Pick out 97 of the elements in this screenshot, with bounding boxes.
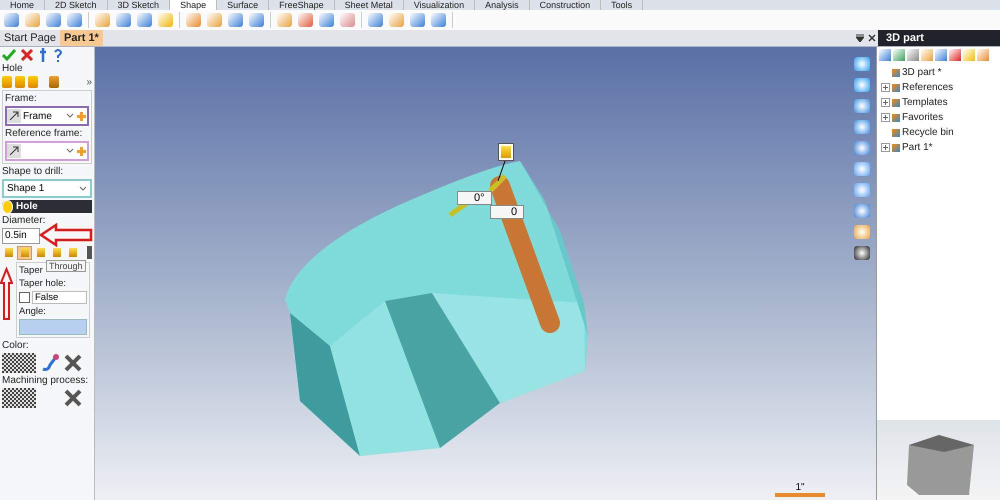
tree-item[interactable]: Recycle bin xyxy=(902,127,954,138)
scale-label: 1" xyxy=(775,482,825,497)
hole-type-button[interactable] xyxy=(50,246,63,258)
section-header: Hole xyxy=(2,200,92,213)
tree-item[interactable]: References xyxy=(902,82,954,93)
tree-tool-icon[interactable] xyxy=(879,49,891,61)
field-label: Angle: xyxy=(19,306,46,317)
tree-tool-icon[interactable] xyxy=(893,49,905,61)
toolbar-icon[interactable] xyxy=(67,13,82,27)
toolbar-icon[interactable] xyxy=(228,13,243,27)
tree-tool-icon[interactable] xyxy=(977,49,989,61)
pattern-swatch[interactable] xyxy=(2,353,36,373)
tooltip: Through xyxy=(46,260,86,272)
view-tool-icon[interactable] xyxy=(854,141,870,155)
hole-icon[interactable] xyxy=(499,144,513,160)
toolbar-icon[interactable] xyxy=(389,13,404,27)
toolbar-icon[interactable] xyxy=(95,13,110,27)
view-tool-icon[interactable] xyxy=(854,57,870,71)
document-tab[interactable]: Part 1* xyxy=(60,30,103,46)
arrow-annotation xyxy=(0,267,13,321)
diameter-field[interactable]: 0.5in xyxy=(2,228,40,244)
pick-arrow-icon[interactable] xyxy=(7,109,21,123)
toolbar-icon[interactable] xyxy=(319,13,334,27)
offset-label[interactable]: 0 xyxy=(490,205,524,219)
toolbar-icon[interactable] xyxy=(410,13,425,27)
toolbar-icon[interactable] xyxy=(186,13,201,27)
panel-title: 3D part xyxy=(878,30,1000,46)
pattern-swatch[interactable] xyxy=(2,388,36,408)
checkbox[interactable] xyxy=(19,292,30,303)
ribbon-tab[interactable]: Shape xyxy=(170,0,218,10)
field-label: Frame: xyxy=(5,93,38,104)
tree-tool-icon[interactable] xyxy=(907,49,919,61)
chevron-icon[interactable] xyxy=(66,148,74,154)
toolbar-icon[interactable] xyxy=(431,13,446,27)
field-label: Shape to drill: xyxy=(2,166,64,177)
delete-icon[interactable] xyxy=(64,354,82,372)
toolbar-icon[interactable] xyxy=(207,13,222,27)
toolbar-icon[interactable] xyxy=(277,13,292,27)
expand-button[interactable]: » xyxy=(86,76,92,88)
group-label: Taper xyxy=(19,265,43,276)
view-tool-icon[interactable] xyxy=(854,78,870,92)
hole-type-button[interactable] xyxy=(2,246,15,258)
hole-icon[interactable] xyxy=(2,76,12,88)
tree-item[interactable]: 3D part * xyxy=(902,67,942,78)
expand-icon[interactable] xyxy=(881,143,890,152)
close-icon[interactable] xyxy=(21,48,33,60)
field-label: Taper hole: xyxy=(19,278,66,289)
hole-icon[interactable] xyxy=(28,76,38,88)
hole-type-button[interactable] xyxy=(18,246,31,258)
panel-title: Hole xyxy=(2,63,24,74)
hole-icon[interactable] xyxy=(15,76,25,88)
check-icon[interactable] xyxy=(2,48,16,60)
hole-type-button[interactable] xyxy=(34,246,47,258)
help-icon[interactable] xyxy=(53,48,63,62)
expand-icon[interactable] xyxy=(881,83,890,92)
chevron-icon[interactable] xyxy=(79,186,87,192)
toolbar-icon[interactable] xyxy=(4,13,19,27)
toolbar-icon[interactable] xyxy=(158,13,173,27)
toolbar-icon[interactable] xyxy=(340,13,355,27)
delete-icon[interactable] xyxy=(64,389,82,407)
value-field: False xyxy=(32,291,87,304)
toolbar-icon[interactable] xyxy=(298,13,313,27)
field-label: Diameter: xyxy=(2,215,46,226)
toolbar-icon[interactable] xyxy=(25,13,40,27)
field-label: Machining process: xyxy=(2,375,90,386)
view-tool-icon[interactable] xyxy=(854,99,870,113)
tree-tool-icon[interactable] xyxy=(921,49,933,61)
tree-item[interactable]: Part 1* xyxy=(902,142,933,153)
hole-type-button[interactable] xyxy=(66,246,79,258)
close-icon[interactable] xyxy=(866,34,878,42)
arrow-annotation xyxy=(39,223,93,247)
tree-item[interactable]: Templates xyxy=(902,97,948,108)
tree-item[interactable]: Favorites xyxy=(902,112,944,123)
angle-field[interactable] xyxy=(19,319,87,335)
field-label: Color: xyxy=(2,340,30,351)
expand-icon[interactable] xyxy=(881,113,890,122)
toolbar-icon[interactable] xyxy=(46,13,61,27)
hole-icon[interactable] xyxy=(49,76,59,88)
view-tool-icon[interactable] xyxy=(854,246,870,260)
frame-dropdown[interactable]: Frame xyxy=(5,106,89,126)
field-label: Reference frame: xyxy=(5,128,84,139)
pick-arrow-icon[interactable] xyxy=(7,144,21,158)
shape-dropdown[interactable]: Shape 1 xyxy=(2,179,92,198)
toolbar-icon[interactable] xyxy=(116,13,131,27)
brush-icon[interactable] xyxy=(40,353,60,373)
toolbar-icon[interactable] xyxy=(249,13,264,27)
toolbar-icon[interactable] xyxy=(137,13,152,27)
view-tool-icon[interactable] xyxy=(854,120,870,134)
tree-tool-icon[interactable] xyxy=(949,49,961,61)
document-tab[interactable]: Start Page xyxy=(0,30,60,46)
pin-icon[interactable] xyxy=(38,48,48,62)
expand-icon[interactable] xyxy=(881,98,890,107)
tree-tool-icon[interactable] xyxy=(935,49,947,61)
toolbar-icon[interactable] xyxy=(368,13,383,27)
chevron-icon[interactable] xyxy=(66,113,74,119)
dropdown-icon[interactable] xyxy=(854,34,866,42)
angle-label[interactable]: 0° xyxy=(457,191,492,205)
